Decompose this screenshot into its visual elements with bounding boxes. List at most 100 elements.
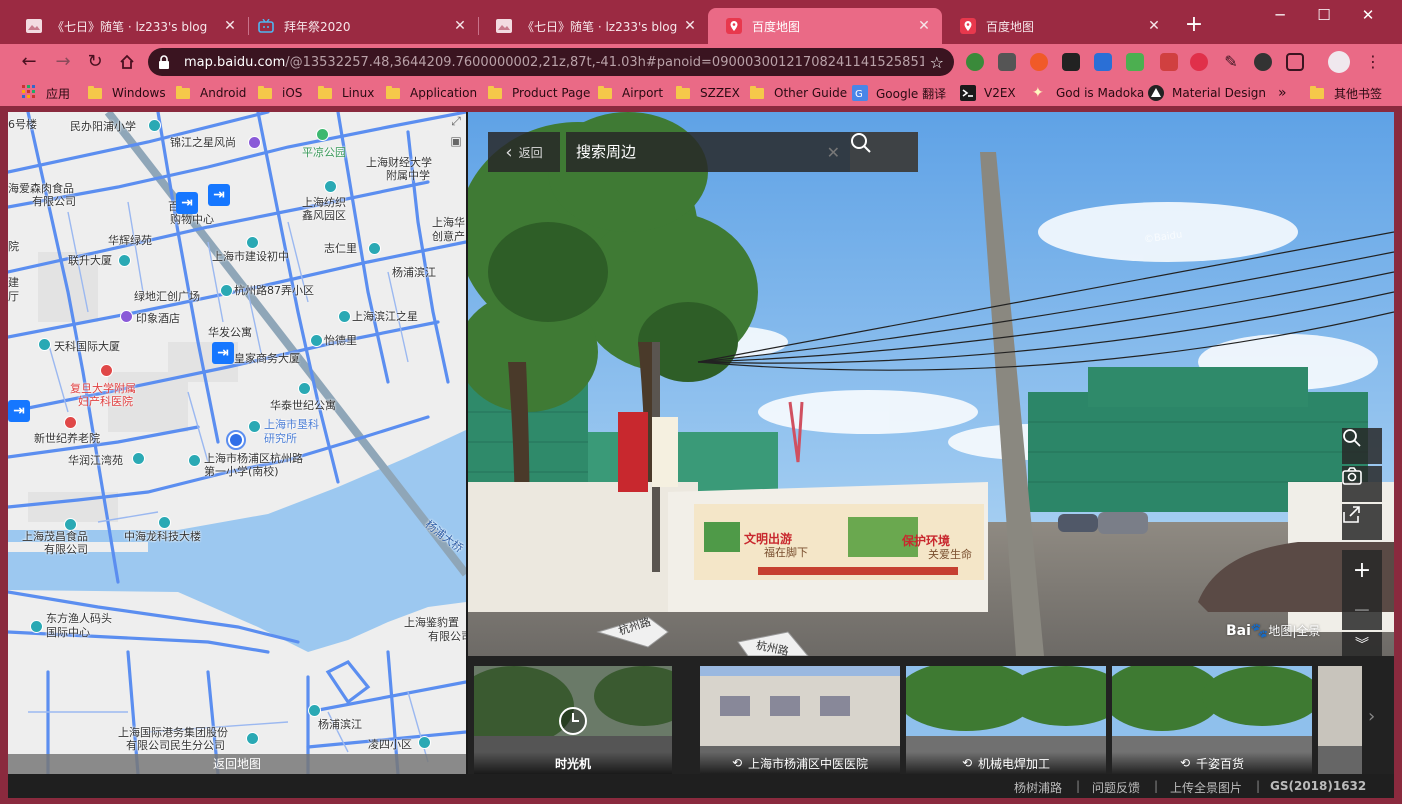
- new-tab-button[interactable]: +: [1182, 14, 1206, 38]
- bookmark-label: Windows: [112, 86, 166, 100]
- metro-station-icon[interactable]: ⇥: [8, 400, 30, 422]
- close-icon[interactable]: ✕: [222, 18, 238, 34]
- nearby-thumb[interactable]: ⟲ 千姿百货: [1112, 666, 1312, 774]
- clear-icon[interactable]: ✕: [827, 143, 840, 162]
- tab-baidu-map-active[interactable]: 百度地图 ✕: [708, 8, 942, 44]
- blog-favicon: [496, 18, 512, 34]
- pano-back-button[interactable]: ‹ 返回: [488, 132, 560, 172]
- bookmark-label: iOS: [282, 86, 303, 100]
- profile-avatar[interactable]: [1328, 51, 1350, 73]
- map-label: 6号楼: [8, 118, 37, 131]
- extension-translate-icon[interactable]: [1094, 53, 1112, 71]
- svg-text:G: G: [855, 89, 863, 100]
- bookmark-apps[interactable]: 应用: [22, 84, 70, 102]
- collapse-thumbs-button[interactable]: ︾: [1342, 632, 1382, 656]
- zoom-out-button[interactable]: −: [1342, 590, 1382, 630]
- map-label: 上海市垦科: [264, 418, 319, 431]
- map-label: 华发公寓: [208, 326, 252, 339]
- bookmark-folder[interactable]: Android: [176, 84, 246, 102]
- bookmark-folder[interactable]: Linux: [318, 84, 374, 102]
- tab-baidu-map[interactable]: 百度地图 ✕: [942, 8, 1172, 44]
- bookmark-material-design[interactable]: Material Design: [1148, 84, 1266, 102]
- nearby-search-input[interactable]: [576, 143, 827, 161]
- bookmark-label: 应用: [46, 86, 71, 101]
- close-window-button[interactable]: ✕: [1346, 4, 1390, 26]
- share-button[interactable]: [1342, 504, 1382, 540]
- tab-bainianji[interactable]: 拜年祭2020 ✕: [240, 8, 478, 44]
- extension-brush-icon[interactable]: ✎: [1222, 53, 1240, 71]
- bookmark-folder[interactable]: iOS: [258, 84, 302, 102]
- bookmark-google-translate[interactable]: G Google 翻译: [852, 84, 946, 102]
- home-button[interactable]: [114, 49, 140, 75]
- lock-map-icon[interactable]: ▣: [448, 134, 464, 150]
- map-label: 上海纺织: [302, 196, 346, 209]
- zoom-in-button[interactable]: +: [1342, 550, 1382, 590]
- pano-search-button[interactable]: [1342, 428, 1382, 464]
- extension-g-icon[interactable]: [1030, 53, 1048, 71]
- map-label: 鑫风园区: [302, 209, 346, 222]
- bookmark-label: 其他书签: [1334, 86, 1383, 101]
- baidu-map-pin-icon: [960, 18, 976, 34]
- close-icon[interactable]: ✕: [682, 18, 698, 34]
- bookmark-folder[interactable]: Product Page: [488, 84, 590, 102]
- feedback-link[interactable]: 问题反馈: [1092, 779, 1140, 796]
- metro-station-icon[interactable]: ⇥: [176, 192, 198, 214]
- bookmarks-overflow-button[interactable]: »: [1278, 84, 1287, 102]
- bookmark-folder[interactable]: Application: [386, 84, 477, 102]
- reload-button[interactable]: ↻: [82, 49, 108, 75]
- menu-icon[interactable]: ⋮: [1360, 49, 1386, 75]
- back-to-map-button[interactable]: 返回地图: [8, 754, 466, 774]
- nearby-thumb[interactable]: ⟲ 上海市杨浦区中医医院: [700, 666, 900, 774]
- extension-badge-icon[interactable]: [1062, 53, 1080, 71]
- tab-blog-1[interactable]: 《七日》随笔 · lz233's blog ✕: [8, 8, 248, 44]
- street-view-panorama[interactable]: 文明出游 福在脚下 保护环境 关爱生命 ©Baidu 杭州路 杭州路 ‹ 返回 …: [468, 112, 1394, 656]
- back-button[interactable]: ←: [16, 49, 42, 75]
- pano-rotate-icon: ⟲: [1179, 756, 1191, 770]
- bookmark-v2ex[interactable]: V2EX: [960, 84, 1016, 102]
- bookmark-folder[interactable]: Other Guide: [750, 84, 847, 102]
- extension-bag-icon[interactable]: [1160, 53, 1178, 71]
- expand-map-icon[interactable]: ⤢: [448, 114, 464, 130]
- tab-blog-2[interactable]: 《七日》随笔 · lz233's blog ✕: [478, 8, 708, 44]
- back-label: 返回: [518, 145, 543, 160]
- status-footer: 杨树浦路 | 问题反馈 | 上传全景图片 | GS(2018)1632: [8, 774, 1394, 798]
- folder-icon: [176, 85, 190, 99]
- bookmark-other[interactable]: 其他书签: [1310, 84, 1382, 102]
- chevron-right-icon[interactable]: ›: [1368, 706, 1375, 727]
- nearby-thumb[interactable]: ⟲ 机械电焊加工: [906, 666, 1106, 774]
- bookmark-folder[interactable]: SZZEX: [676, 84, 740, 102]
- maximize-button[interactable]: ☐: [1302, 4, 1346, 26]
- bookmark-star-icon[interactable]: ☆: [930, 53, 944, 72]
- screenshot-button[interactable]: [1342, 466, 1382, 502]
- map-label: 凌四小区: [368, 738, 412, 751]
- extension-y-icon[interactable]: [1190, 53, 1208, 71]
- search-button[interactable]: [850, 132, 918, 172]
- minimize-button[interactable]: ─: [1258, 4, 1302, 26]
- forward-button[interactable]: →: [50, 49, 76, 75]
- divider: |: [1154, 779, 1159, 793]
- close-icon[interactable]: ✕: [916, 18, 932, 34]
- bookmark-god-is-madoka[interactable]: ✦ God is Madoka: [1032, 84, 1144, 102]
- map-label: 华泰世纪公寓: [270, 399, 336, 412]
- metro-station-icon[interactable]: ⇥: [208, 184, 230, 206]
- extension-pip-icon[interactable]: [1286, 53, 1304, 71]
- bookmark-folder[interactable]: Windows: [88, 84, 166, 102]
- extension-s-icon[interactable]: [998, 53, 1016, 71]
- close-icon[interactable]: ✕: [1146, 18, 1162, 34]
- close-icon[interactable]: ✕: [452, 18, 468, 34]
- extension-icon[interactable]: [966, 53, 984, 71]
- map-label: 第一小学(南校): [204, 465, 279, 478]
- nearby-thumb[interactable]: [1318, 666, 1362, 774]
- metro-station-icon[interactable]: ⇥: [212, 342, 234, 364]
- mini-map[interactable]: 6号楼 民办阳浦小学 锦江之星风尚 平凉公园 上海财经大学 附属中学 海爱森肉食…: [8, 112, 466, 774]
- map-label: 怡德里: [324, 334, 357, 347]
- material-design-icon: [1148, 85, 1164, 101]
- upload-panorama-link[interactable]: 上传全景图片: [1170, 779, 1242, 796]
- building-poi-icon: [310, 334, 323, 347]
- time-machine-thumb[interactable]: 时光机: [474, 666, 672, 774]
- map-label: 新世纪养老院: [34, 432, 100, 445]
- extension-grid-icon[interactable]: [1126, 53, 1144, 71]
- bookmark-folder[interactable]: Airport: [598, 84, 663, 102]
- address-bar[interactable]: map.baidu.com /@13532257.48,3644209.7600…: [148, 48, 954, 76]
- extension-circle-icon[interactable]: [1254, 53, 1272, 71]
